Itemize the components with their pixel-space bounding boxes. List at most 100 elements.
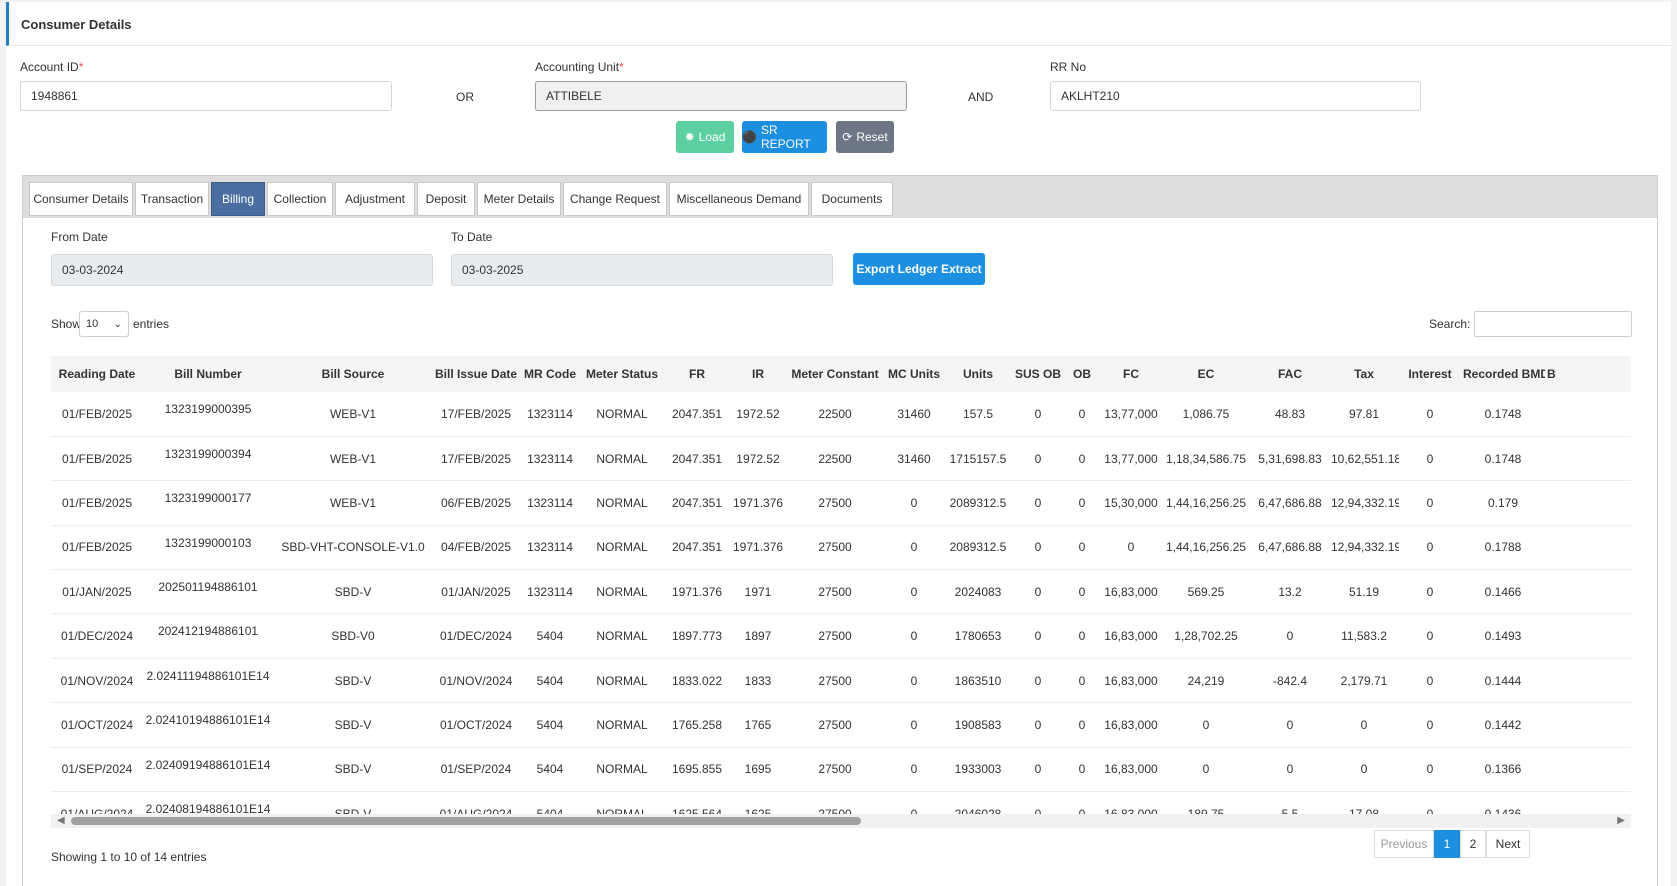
table-cell: WEB-V1 <box>273 392 433 437</box>
column-header[interactable]: FAC <box>1251 356 1329 392</box>
table-cell: 17.08 <box>1329 791 1399 814</box>
table-cell: 2047.351 <box>663 436 731 482</box>
table-cell: 27500 <box>785 658 885 704</box>
column-header[interactable]: IR <box>731 356 785 392</box>
table-cell: 0 <box>1399 392 1461 437</box>
table-cell: 5404 <box>519 791 581 814</box>
next-page-button[interactable]: Next <box>1486 830 1530 858</box>
reset-button[interactable]: ⟳ Reset <box>836 121 894 153</box>
sr-report-button[interactable]: ⚫ SR REPORT <box>742 121 827 153</box>
column-header[interactable]: Meter Status <box>581 356 663 392</box>
table-row[interactable]: 01/FEB/2025 1323199000177 WEB-V1 06/FEB/202… <box>51 480 1631 526</box>
column-header[interactable]: Bill Source <box>273 356 433 392</box>
table-row[interactable]: 01/FEB/2025 1323199000395 WEB-V1 17/FEB/202… <box>51 392 1631 437</box>
table-row[interactable]: 01/DEC/2024 202412194886101 SBD-V0 01/DEC/2… <box>51 613 1631 659</box>
table-row[interactable]: 01/FEB/2025 1323199000394 WEB-V1 17/FEB/202… <box>51 436 1631 482</box>
column-header[interactable]: Bill Issue Date <box>433 356 519 392</box>
column-header[interactable]: MR Code <box>519 356 581 392</box>
tab-transaction[interactable]: Transaction <box>135 182 209 216</box>
search-label: Search: <box>1429 317 1471 331</box>
export-ledger-button[interactable]: Export Ledger Extract <box>853 253 985 285</box>
table-cell: 12,94,332.19 <box>1329 525 1399 571</box>
column-header[interactable]: EC <box>1161 356 1251 392</box>
previous-page-button[interactable]: Previous <box>1374 830 1434 858</box>
column-header[interactable]: MC Units <box>885 356 943 392</box>
tab-consumer-details[interactable]: Consumer Details <box>29 182 133 216</box>
tab-change-request[interactable]: Change Request <box>563 182 667 216</box>
to-date-label: To Date <box>451 230 493 244</box>
tab-miscellaneous-demand[interactable]: Miscellaneous Demand <box>669 182 809 216</box>
table-row[interactable]: 01/AUG/2024 2.02408194886101E14 SBD-V 01/AU… <box>51 791 1631 814</box>
table-cell: 0 <box>1161 702 1251 748</box>
tab-billing[interactable]: Billing <box>211 182 265 216</box>
table-cell: 0 <box>1399 702 1461 748</box>
table-cell: 0 <box>1013 569 1063 615</box>
table-row[interactable]: 01/FEB/2025 1323199000103 SBD-VHT-CONSOLE-… <box>51 525 1631 571</box>
table-cell: 11,583.2 <box>1329 613 1399 659</box>
tab-collection[interactable]: Collection <box>267 182 333 216</box>
search-input[interactable] <box>1474 311 1632 337</box>
table-cell: 01/FEB/2025 <box>51 480 143 526</box>
table-cell: 0 <box>1329 702 1399 748</box>
table-cell: 0 <box>1399 436 1461 482</box>
table-cell: 1323114 <box>519 480 581 526</box>
column-header[interactable]: Recorded BMD <box>1461 356 1545 392</box>
table-row[interactable]: 01/SEP/2024 2.02409194886101E14 SBD-V 01/SE… <box>51 747 1631 793</box>
horizontal-scrollbar[interactable]: ◀ ▶ <box>51 814 1631 828</box>
from-date-input[interactable]: 03-03-2024 <box>51 254 433 286</box>
tab-meter-details[interactable]: Meter Details <box>477 182 561 216</box>
column-header[interactable]: B <box>1545 356 1631 392</box>
column-header[interactable]: OB <box>1063 356 1101 392</box>
scroll-left-icon[interactable]: ◀ <box>57 814 65 828</box>
page-2-button[interactable]: 2 <box>1460 830 1486 858</box>
column-header[interactable]: Meter Constant <box>785 356 885 392</box>
load-button[interactable]: ✹ Load <box>676 121 734 153</box>
accounting-unit-label-text: Accounting Unit <box>535 60 620 74</box>
tab-deposit[interactable]: Deposit <box>417 182 475 216</box>
accounting-unit-select[interactable]: ATTIBELE <box>535 81 907 111</box>
column-header[interactable]: FR <box>663 356 731 392</box>
entries-select[interactable]: 10 ⌄ <box>79 311 129 337</box>
tab-adjustment[interactable]: Adjustment <box>335 182 415 216</box>
table-cell: 0 <box>1399 658 1461 704</box>
table-cell: 0.1366 <box>1461 747 1545 793</box>
table-cell: 569.25 <box>1161 569 1251 615</box>
entries-select-value: 10 <box>86 318 99 330</box>
table-cell: 1972.52 <box>731 436 785 482</box>
column-header[interactable]: Interest <box>1399 356 1461 392</box>
table-cell <box>1545 436 1631 482</box>
scroll-right-icon[interactable]: ▶ <box>1617 814 1625 828</box>
table-cell: 1323199000394 <box>143 436 273 482</box>
table-row[interactable]: 01/OCT/2024 2.02410194886101E14 SBD-V 01/OC… <box>51 702 1631 748</box>
table-cell: 1765 <box>731 702 785 748</box>
table-cell: 1625 <box>731 791 785 814</box>
table-cell: 0 <box>1399 613 1461 659</box>
table-row[interactable]: 01/NOV/2024 2.02411194886101E14 SBD-V 01/NO… <box>51 658 1631 704</box>
from-date-label: From Date <box>51 230 108 244</box>
table-body: 01/FEB/2025 1323199000395 WEB-V1 17/FEB/202… <box>51 392 1631 814</box>
table-row[interactable]: 01/JAN/2025 202501194886101 SBD-V 01/JAN/20… <box>51 569 1631 615</box>
table-cell: 1625.564 <box>663 791 731 814</box>
table-cell: 1897.773 <box>663 613 731 659</box>
rr-no-input[interactable]: AKLHT210 <box>1050 81 1421 111</box>
account-id-input[interactable]: 1948861 <box>20 81 392 111</box>
tab-documents[interactable]: Documents <box>811 182 893 216</box>
table-cell: WEB-V1 <box>273 480 433 526</box>
table-cell: 31460 <box>885 392 943 437</box>
table-cell: 0 <box>885 569 943 615</box>
column-header[interactable]: Tax <box>1329 356 1399 392</box>
scrollbar-thumb[interactable] <box>71 817 861 825</box>
table-cell: SBD-V <box>273 658 433 704</box>
table-cell: 5404 <box>519 702 581 748</box>
table-cell: 0.1493 <box>1461 613 1545 659</box>
column-header[interactable]: FC <box>1101 356 1161 392</box>
column-header[interactable]: Reading Date <box>51 356 143 392</box>
page-1-button[interactable]: 1 <box>1434 830 1460 858</box>
table-cell: WEB-V1 <box>273 436 433 482</box>
to-date-input[interactable]: 03-03-2025 <box>451 254 833 286</box>
column-header[interactable]: SUS OB <box>1013 356 1063 392</box>
table-cell: 13,77,000 <box>1101 436 1161 482</box>
column-header[interactable]: Units <box>943 356 1013 392</box>
column-header[interactable]: Bill Number <box>143 356 273 392</box>
table-cell: 27500 <box>785 613 885 659</box>
